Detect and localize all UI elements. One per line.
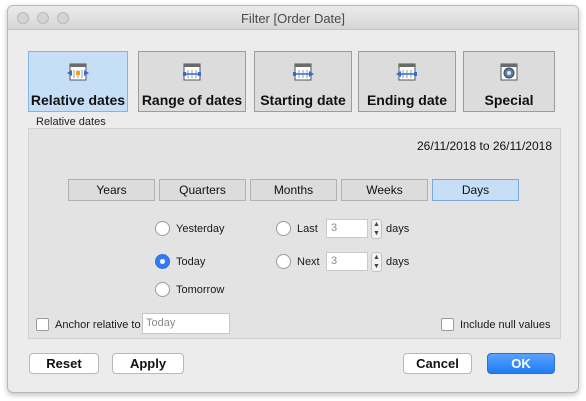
tab-weeks[interactable]: Weeks	[341, 179, 428, 201]
mode-ending-date-button[interactable]: Ending date	[358, 51, 456, 112]
mode-relative-dates-button[interactable]: Relative dates	[28, 51, 128, 112]
next-count-stepper[interactable]: ▲ ▼	[371, 252, 382, 272]
last-days-label: days	[386, 223, 410, 235]
next-label: Next	[297, 255, 320, 268]
tab-days[interactable]: Days	[432, 179, 519, 201]
relative-dates-icon	[67, 63, 89, 81]
unit-tabs: Years Quarters Months Weeks Days	[68, 179, 519, 201]
mode-label: Range of dates	[141, 92, 243, 108]
mode-range-of-dates-button[interactable]: Range of dates	[138, 51, 246, 112]
mode-label: Relative dates	[30, 92, 126, 108]
include-null-label: Include null values	[460, 318, 551, 331]
mode-label: Starting date	[260, 92, 346, 108]
reset-button[interactable]: Reset	[29, 353, 99, 374]
last-label: Last	[297, 222, 318, 235]
range-of-dates-icon	[183, 63, 201, 81]
radio-indicator	[155, 221, 170, 236]
anchor-label: Anchor relative to	[55, 318, 141, 331]
today-label: Today	[176, 255, 206, 268]
yesterday-radio[interactable]: Yesterday	[155, 221, 225, 236]
mode-special-button[interactable]: Special	[463, 51, 555, 112]
last-count-stepper[interactable]: ▲ ▼	[371, 219, 382, 239]
filter-dialog: Filter [Order Date] Relative dates Range…	[7, 5, 579, 393]
include-null-checkbox[interactable]: Include null values	[441, 318, 551, 331]
starting-date-icon	[293, 63, 314, 81]
mode-label: Ending date	[366, 92, 448, 108]
tab-years[interactable]: Years	[68, 179, 155, 201]
title-bar: Filter [Order Date]	[8, 6, 578, 30]
window-title: Filter [Order Date]	[240, 11, 346, 26]
cancel-button[interactable]: Cancel	[403, 353, 472, 374]
radio-indicator	[155, 282, 170, 297]
next-count-input[interactable]: 3	[326, 252, 368, 271]
relative-dates-panel: 26/11/2018 to 26/11/2018 Years Quarters …	[28, 128, 561, 339]
last-radio[interactable]: Last	[276, 221, 318, 236]
radio-indicator	[276, 221, 291, 236]
anchor-date-input[interactable]: Today	[142, 313, 230, 334]
tomorrow-label: Tomorrow	[176, 283, 225, 296]
ok-button[interactable]: OK	[487, 353, 555, 374]
checkbox-box	[441, 318, 454, 331]
special-icon	[500, 63, 518, 81]
anchor-relative-checkbox[interactable]: Anchor relative to	[36, 318, 141, 331]
radio-indicator	[276, 254, 291, 269]
checkbox-box	[36, 318, 49, 331]
tomorrow-radio[interactable]: Tomorrow	[155, 282, 224, 297]
next-days-label: days	[386, 256, 410, 268]
radio-indicator	[155, 254, 170, 269]
mode-starting-date-button[interactable]: Starting date	[254, 51, 352, 112]
ending-date-icon	[396, 63, 417, 81]
next-radio[interactable]: Next	[276, 254, 320, 269]
relative-dates-section-label: Relative dates	[36, 116, 106, 128]
apply-button[interactable]: Apply	[112, 353, 184, 374]
tab-quarters[interactable]: Quarters	[159, 179, 246, 201]
mode-label: Special	[484, 92, 534, 108]
date-range-text: 26/11/2018 to 26/11/2018	[416, 139, 552, 153]
yesterday-label: Yesterday	[176, 222, 225, 235]
last-count-input[interactable]: 3	[326, 219, 368, 238]
today-radio[interactable]: Today	[155, 254, 205, 269]
tab-months[interactable]: Months	[250, 179, 337, 201]
